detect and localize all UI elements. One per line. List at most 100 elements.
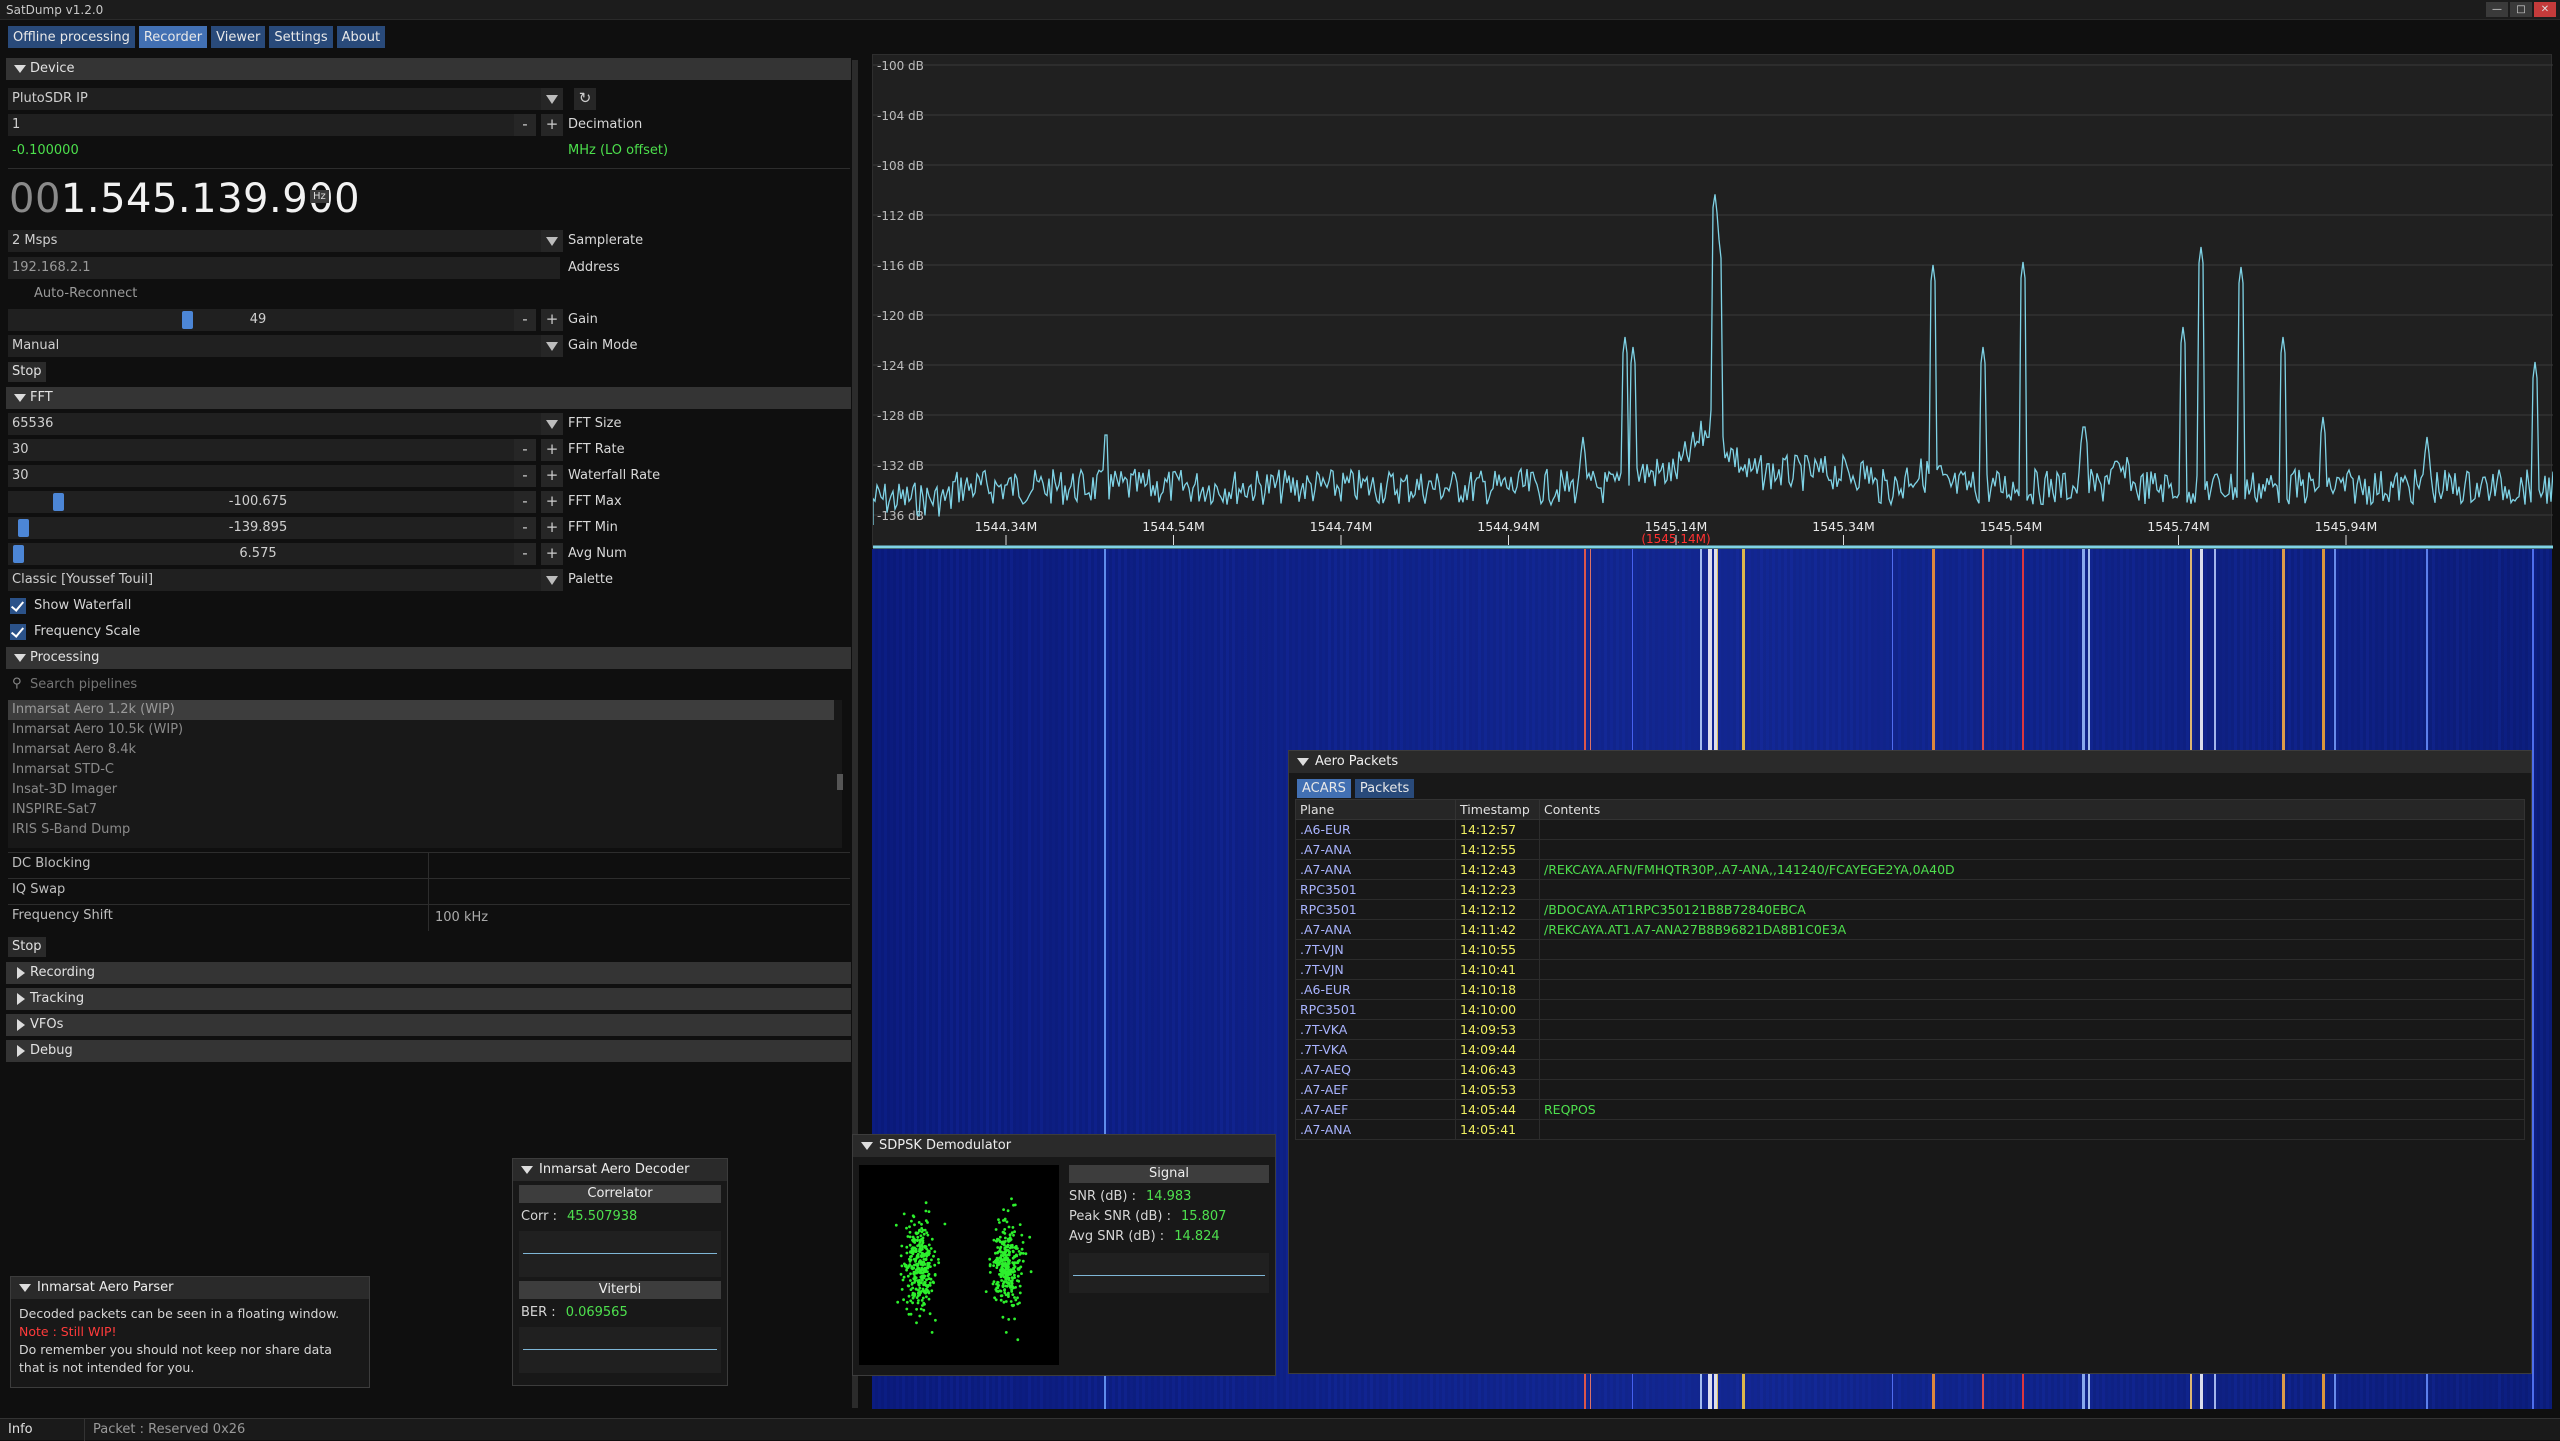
avg-num-slider-handle[interactable]	[12, 545, 24, 563]
gain-mode-dropdown-icon[interactable]	[541, 335, 563, 357]
vfos-header[interactable]: VFOs	[6, 1014, 851, 1036]
frequency-display[interactable]: 001.545.139.900	[9, 176, 360, 222]
aero-packets-window[interactable]: Aero Packets ACARS Packets Plane Timesta…	[1288, 750, 2532, 1374]
waterfall-rate-plus-button[interactable]: +	[541, 465, 563, 487]
list-item[interactable]: INSPIRE-Sat7	[8, 800, 842, 820]
frequency-scale-checkbox[interactable]	[10, 624, 26, 640]
fft-min-slider-handle[interactable]	[17, 519, 29, 537]
avg-num-minus-button[interactable]: -	[514, 543, 536, 565]
list-item[interactable]: Inmarsat STD-C	[8, 760, 842, 780]
table-row[interactable]: RPC3501 14:12:23	[1295, 879, 2525, 900]
gain-plus-button[interactable]: +	[541, 309, 563, 331]
tracking-header[interactable]: Tracking	[6, 988, 851, 1010]
iq-swap-label[interactable]: IQ Swap	[12, 882, 65, 897]
column-contents[interactable]: Contents	[1539, 799, 2525, 820]
column-timestamp[interactable]: Timestamp	[1455, 799, 1540, 820]
samplerate-dropdown-icon[interactable]	[541, 230, 563, 252]
fft-max-minus-button[interactable]: -	[514, 491, 536, 513]
fft-min-plus-button[interactable]: +	[541, 517, 563, 539]
aero-packets-title[interactable]: Aero Packets	[1289, 751, 2531, 773]
list-item[interactable]: Inmarsat Aero 10.5k (WIP)	[8, 720, 842, 740]
waterfall-rate-minus-button[interactable]: -	[514, 465, 536, 487]
list-item[interactable]: IRIS S-Band Dump	[8, 820, 842, 840]
auto-reconnect-checkbox[interactable]: Auto-Reconnect	[34, 283, 137, 305]
constellation-point	[905, 1268, 908, 1272]
table-row[interactable]: .7T-VJN 14:10:55	[1295, 939, 2525, 960]
table-row[interactable]: .A6-EUR 14:12:57	[1295, 819, 2525, 840]
fft-max-slider[interactable]: -100.675	[8, 491, 516, 513]
fft-size-dropdown-icon[interactable]	[541, 413, 563, 435]
table-row[interactable]: .A7-ANA 14:12:55	[1295, 839, 2525, 860]
recording-header[interactable]: Recording	[6, 962, 851, 984]
table-row[interactable]: .7T-VJN 14:10:41	[1295, 959, 2525, 980]
table-row[interactable]: .A7-ANA 14:05:41	[1295, 1119, 2525, 1140]
table-row[interactable]: .A7-ANA 14:12:43/REKCAYA.AFN/FMHQTR30P,.A…	[1295, 859, 2525, 880]
aero-decoder-title[interactable]: Inmarsat Aero Decoder	[513, 1159, 727, 1181]
table-row[interactable]: .A7-ANA 14:11:42/REKCAYA.AT1.A7-ANA27B8B9…	[1295, 919, 2525, 940]
device-stop-button[interactable]: Stop	[8, 362, 46, 382]
processing-stop-button[interactable]: Stop	[8, 937, 46, 957]
refresh-icon[interactable]: ↻	[574, 88, 596, 110]
address-input[interactable]: 192.168.2.1	[8, 257, 560, 279]
decimation-minus-button[interactable]: -	[514, 114, 536, 136]
tab-packets[interactable]: Packets	[1354, 779, 1415, 798]
aero-parser-window[interactable]: Inmarsat Aero Parser Decoded packets can…	[10, 1276, 370, 1388]
pipeline-list[interactable]: Inmarsat Aero 1.2k (WIP) Inmarsat Aero 1…	[8, 700, 843, 848]
table-row[interactable]: RPC3501 14:10:00	[1295, 999, 2525, 1020]
table-row[interactable]: .7T-VKA 14:09:44	[1295, 1039, 2525, 1060]
aero-parser-title[interactable]: Inmarsat Aero Parser	[11, 1277, 369, 1299]
source-dropdown-icon[interactable]	[541, 88, 563, 110]
gain-slider[interactable]: 49	[8, 309, 516, 331]
demod-title[interactable]: SDPSK Demodulator	[853, 1135, 1275, 1157]
waterfall-rate-input[interactable]: 30	[8, 465, 516, 487]
sdpsk-demodulator-window[interactable]: SDPSK Demodulator Signal SNR (dB) : 14.98…	[852, 1134, 1276, 1376]
frequency-shift-input[interactable]: 100 kHz	[435, 910, 488, 925]
list-item[interactable]: Insat-3D Imager	[8, 780, 842, 800]
pipeline-search-input[interactable]	[30, 674, 830, 694]
gain-minus-button[interactable]: -	[514, 309, 536, 331]
device-header[interactable]: Device	[6, 58, 851, 80]
tab-acars[interactable]: ACARS	[1297, 779, 1351, 798]
dc-blocking-label[interactable]: DC Blocking	[12, 856, 90, 871]
column-plane[interactable]: Plane	[1295, 799, 1456, 820]
aero-decoder-window[interactable]: Inmarsat Aero Decoder Correlator Corr : 4…	[512, 1158, 728, 1386]
debug-header[interactable]: Debug	[6, 1040, 851, 1062]
source-select[interactable]: PlutoSDR IP	[8, 88, 560, 110]
fft-rate-plus-button[interactable]: +	[541, 439, 563, 461]
table-row[interactable]: .A7-AEQ 14:06:43	[1295, 1059, 2525, 1080]
pipeline-scrollbar[interactable]	[837, 774, 843, 790]
fft-rate-input[interactable]: 30	[8, 439, 516, 461]
avg-num-plus-button[interactable]: +	[541, 543, 563, 565]
constellation-point	[1018, 1291, 1022, 1295]
palette-select[interactable]: Classic [Youssef Touil]	[8, 569, 560, 591]
list-item[interactable]: Inmarsat Aero 1.2k (WIP)	[8, 700, 834, 720]
minimize-icon[interactable]: —	[2486, 2, 2508, 17]
fft-max-slider-handle[interactable]	[52, 493, 64, 511]
list-item[interactable]: Inmarsat Aero 8.4k	[8, 740, 842, 760]
decimation-input[interactable]: 1	[8, 114, 516, 136]
show-waterfall-checkbox[interactable]	[10, 598, 26, 614]
close-icon[interactable]: ✕	[2534, 2, 2556, 17]
table-row[interactable]: .A7-AEF 14:05:53	[1295, 1079, 2525, 1100]
lo-offset-input[interactable]: -0.100000	[8, 140, 560, 162]
fft-rate-minus-button[interactable]: -	[514, 439, 536, 461]
gain-mode-label: Gain Mode	[568, 338, 638, 353]
fft-header[interactable]: FFT	[6, 387, 851, 409]
decimation-plus-button[interactable]: +	[541, 114, 563, 136]
gain-mode-select[interactable]: Manual	[8, 335, 560, 357]
table-row[interactable]: .7T-VKA 14:09:53	[1295, 1019, 2525, 1040]
palette-dropdown-icon[interactable]	[541, 569, 563, 591]
fft-spectrum-plot[interactable]: -100 dB -104 dB -108 dB -112 dB -116 dB -120 …	[872, 54, 2553, 549]
samplerate-select[interactable]: 2 Msps	[8, 230, 560, 252]
processing-header[interactable]: Processing	[6, 647, 851, 669]
fft-size-select[interactable]: 65536	[8, 413, 560, 435]
maximize-icon[interactable]: □	[2510, 2, 2532, 17]
avg-num-slider[interactable]: 6.575	[8, 543, 516, 565]
table-row[interactable]: RPC3501 14:12:12/BDOCAYA.AT1RPC350121B8B7…	[1295, 899, 2525, 920]
fft-min-slider[interactable]: -139.895	[8, 517, 516, 539]
fft-max-plus-button[interactable]: +	[541, 491, 563, 513]
fft-min-minus-button[interactable]: -	[514, 517, 536, 539]
table-row[interactable]: .A6-EUR 14:10:18	[1295, 979, 2525, 1000]
table-row[interactable]: .A7-AEF 14:05:44 REQPOS	[1295, 1099, 2525, 1120]
gain-slider-handle[interactable]	[181, 311, 193, 329]
